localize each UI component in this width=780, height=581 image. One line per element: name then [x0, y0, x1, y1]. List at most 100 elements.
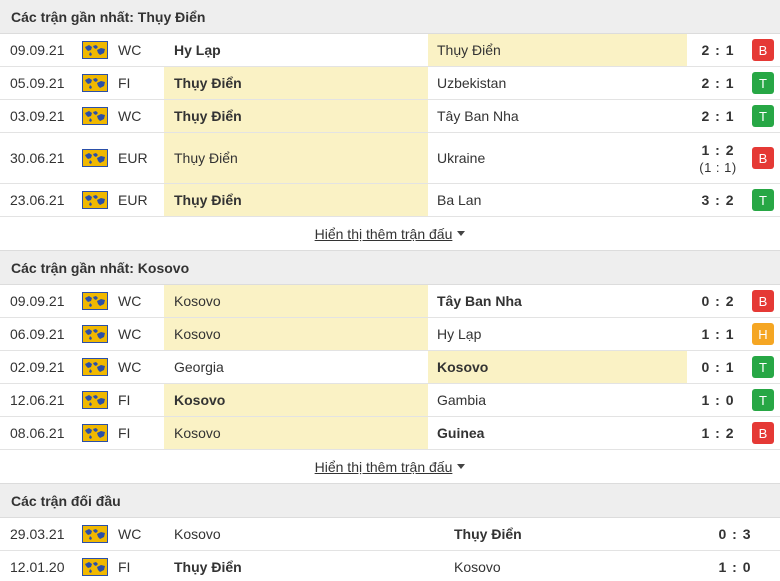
show-more-link[interactable]: Hiển thị thêm trận đấu: [315, 226, 466, 242]
away-team[interactable]: Ba Lan: [428, 184, 687, 216]
competition: WC: [118, 293, 142, 309]
match-row[interactable]: 08.06.21 FI Kosovo Guinea 1 : 2 B: [0, 417, 780, 450]
match-date: 09.09.21: [10, 42, 65, 58]
world-map-flag-icon: [82, 518, 108, 550]
result-badge: T: [752, 356, 774, 378]
result-badge: H: [752, 323, 774, 345]
result-badge: B: [752, 290, 774, 312]
away-team[interactable]: Tây Ban Nha: [428, 100, 687, 132]
world-map-flag-icon: [82, 351, 108, 383]
match-row[interactable]: 23.06.21 EUR Thụy Điển Ba Lan 3 : 2 T: [0, 184, 780, 217]
world-map-flag-icon: [82, 34, 108, 66]
home-team[interactable]: Kosovo: [164, 417, 428, 449]
away-team[interactable]: Tây Ban Nha: [428, 285, 687, 317]
match-row[interactable]: 02.09.21 WC Georgia Kosovo 0 : 1 T: [0, 351, 780, 384]
home-team[interactable]: Kosovo: [164, 318, 428, 350]
score-value: 1 : 0: [718, 559, 752, 575]
home-team[interactable]: Kosovo: [164, 285, 428, 317]
match-score[interactable]: 0 : 1: [687, 351, 749, 383]
world-map-flag-icon: [82, 100, 108, 132]
match-score[interactable]: 2 : 1: [687, 67, 749, 99]
away-team[interactable]: Gambia: [428, 384, 687, 416]
away-team[interactable]: Guinea: [428, 417, 687, 449]
competition: FI: [118, 559, 131, 575]
away-team[interactable]: Kosovo: [428, 351, 687, 383]
section-title: Các trận gần nhất: Kosovo: [0, 251, 780, 285]
home-team[interactable]: Kosovo: [164, 518, 428, 550]
home-team[interactable]: Thụy Điển: [164, 67, 428, 99]
home-team[interactable]: Thụy Điển: [164, 133, 428, 183]
section-head-to-head: Các trận đối đầu 29.03.21 WC Kosovo Thụy…: [0, 484, 780, 581]
score-value: 1 : 1: [701, 326, 735, 342]
show-more-row: Hiển thị thêm trận đấu: [0, 450, 780, 484]
match-row[interactable]: 12.01.20 FI Thụy Điển Kosovo 1 : 0: [0, 551, 780, 581]
score-value: 0 : 1: [701, 359, 735, 375]
away-team[interactable]: Uzbekistan: [428, 67, 687, 99]
match-date: 12.01.20: [10, 559, 65, 575]
competition: FI: [118, 425, 131, 441]
competition: FI: [118, 75, 131, 91]
score-value: 2 : 1: [701, 108, 735, 124]
match-score[interactable]: 0 : 2: [687, 285, 749, 317]
world-map-flag-icon: [82, 551, 108, 581]
home-team[interactable]: Thụy Điển: [164, 551, 428, 581]
competition: EUR: [118, 150, 148, 166]
home-team[interactable]: Hy Lạp: [164, 34, 428, 66]
away-team[interactable]: Thụy Điển: [446, 518, 696, 550]
home-team[interactable]: Kosovo: [164, 384, 428, 416]
world-map-flag-icon: [82, 285, 108, 317]
result-badge: B: [752, 39, 774, 61]
match-date: 08.06.21: [10, 425, 65, 441]
match-row[interactable]: 12.06.21 FI Kosovo Gambia 1 : 0 T: [0, 384, 780, 417]
match-row[interactable]: 30.06.21 EUR Thụy Điển Ukraine 1 : 2 (1 …: [0, 133, 780, 184]
result-badge: T: [752, 105, 774, 127]
match-row[interactable]: 05.09.21 FI Thụy Điển Uzbekistan 2 : 1 T: [0, 67, 780, 100]
match-score[interactable]: 1 : 2 (1 : 1): [687, 133, 749, 183]
home-team[interactable]: Thụy Điển: [164, 100, 428, 132]
competition: WC: [118, 526, 142, 542]
match-date: 23.06.21: [10, 192, 65, 208]
competition: FI: [118, 392, 131, 408]
halftime-score: (1 : 1): [699, 159, 737, 175]
match-row[interactable]: 09.09.21 WC Hy Lạp Thụy Điển 2 : 1 B: [0, 34, 780, 67]
match-date: 09.09.21: [10, 293, 65, 309]
match-score[interactable]: 3 : 2: [687, 184, 749, 216]
match-score[interactable]: 0 : 3: [690, 518, 780, 550]
score-value: 2 : 1: [701, 75, 735, 91]
match-score[interactable]: 2 : 1: [687, 100, 749, 132]
away-team[interactable]: Thụy Điển: [428, 34, 687, 66]
home-team[interactable]: Thụy Điển: [164, 184, 428, 216]
match-row[interactable]: 29.03.21 WC Kosovo Thụy Điển 0 : 3: [0, 518, 780, 551]
away-team[interactable]: Kosovo: [446, 551, 696, 581]
away-team[interactable]: Ukraine: [428, 133, 687, 183]
world-map-flag-icon: [82, 318, 108, 350]
section-title: Các trận đối đầu: [0, 484, 780, 518]
match-date: 05.09.21: [10, 75, 65, 91]
home-team[interactable]: Georgia: [164, 351, 428, 383]
section-sweden-recent: Các trận gần nhất: Thụy Điển 09.09.21 WC…: [0, 0, 780, 251]
result-badge: T: [752, 389, 774, 411]
score-value: 0 : 3: [718, 526, 752, 542]
show-more-label: Hiển thị thêm trận đấu: [314, 458, 453, 475]
away-team[interactable]: Hy Lạp: [428, 318, 687, 350]
match-score[interactable]: 2 : 1: [687, 34, 749, 66]
match-row[interactable]: 06.09.21 WC Kosovo Hy Lạp 1 : 1 H: [0, 318, 780, 351]
match-date: 03.09.21: [10, 108, 65, 124]
competition: WC: [118, 42, 142, 58]
show-more-link[interactable]: Hiển thị thêm trận đấu: [315, 459, 466, 475]
section-title: Các trận gần nhất: Thụy Điển: [0, 0, 780, 34]
match-score[interactable]: 1 : 2: [687, 417, 749, 449]
match-row[interactable]: 03.09.21 WC Thụy Điển Tây Ban Nha 2 : 1 …: [0, 100, 780, 133]
match-score[interactable]: 1 : 0: [690, 551, 780, 581]
match-date: 02.09.21: [10, 359, 65, 375]
competition: EUR: [118, 192, 148, 208]
section-kosovo-recent: Các trận gần nhất: Kosovo 09.09.21 WC Ko…: [0, 251, 780, 484]
result-badge: B: [752, 147, 774, 169]
match-date: 12.06.21: [10, 392, 65, 408]
competition: WC: [118, 326, 142, 342]
competition: WC: [118, 359, 142, 375]
match-row[interactable]: 09.09.21 WC Kosovo Tây Ban Nha 0 : 2 B: [0, 285, 780, 318]
match-score[interactable]: 1 : 1: [687, 318, 749, 350]
result-badge: T: [752, 189, 774, 211]
match-score[interactable]: 1 : 0: [687, 384, 749, 416]
